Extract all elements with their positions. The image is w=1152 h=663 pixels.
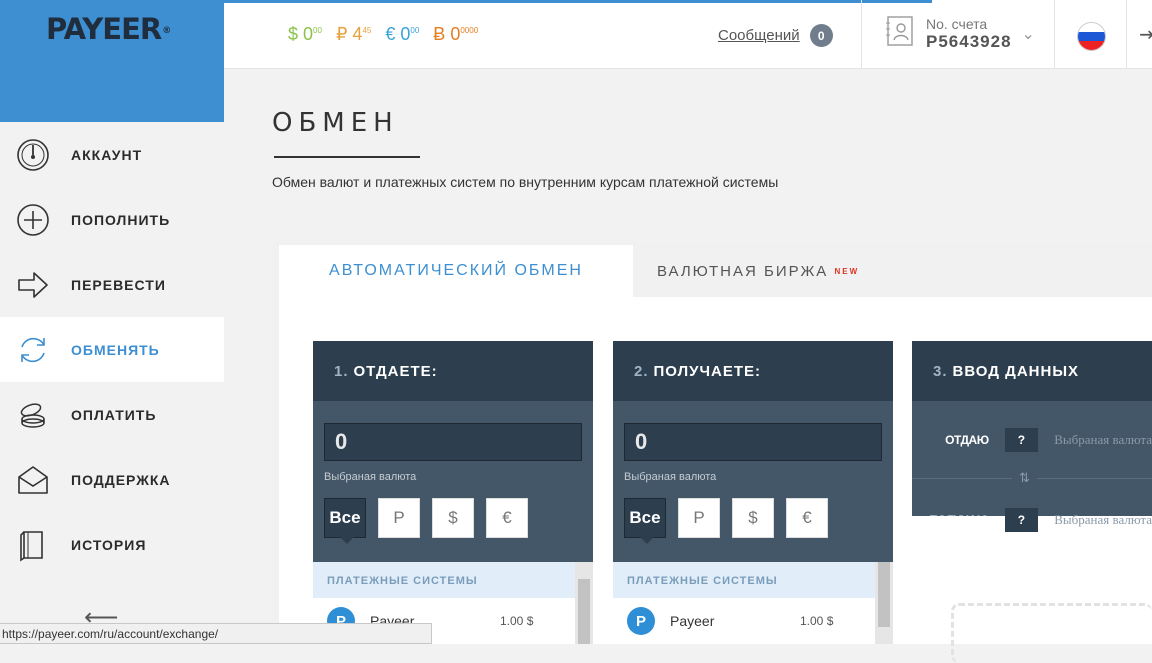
payeer-icon: P: [627, 607, 655, 635]
receive-selected-label: Выбраная валюта: [624, 471, 717, 483]
sidebar-item-transfer[interactable]: ПЕРЕВЕСТИ: [0, 252, 224, 317]
balance-btc[interactable]: Ƀ 00000: [433, 24, 478, 45]
receive-amount-input[interactable]: 0: [624, 423, 882, 461]
logout-icon[interactable]: ⇥: [1139, 22, 1152, 47]
messages-count-badge: 0: [809, 24, 833, 47]
new-badge: NEW: [834, 266, 860, 276]
filter-eur-button[interactable]: €: [786, 498, 828, 538]
filter-eur-button[interactable]: €: [486, 498, 528, 538]
balance-rub[interactable]: ₽ 445: [336, 24, 371, 45]
sidebar-item-pay[interactable]: ОПЛАТИТЬ: [0, 382, 224, 447]
sidebar-item-label: ОПЛАТИТЬ: [71, 406, 157, 423]
chevron-down-icon[interactable]: ⌄: [1022, 24, 1035, 44]
exchange-panel: АВТОМАТИЧЕСКИЙ ОБМЕН ВАЛЮТНАЯ БИРЖА NEW …: [272, 242, 1152, 663]
data-entry-column: 3. ВВОД ДАННЫХ ОТДАЮ ? Выбраная валюта ⇅ …: [912, 341, 1152, 532]
messages[interactable]: Сообщений 0: [718, 24, 833, 47]
sidebar-item-exchange[interactable]: ОБМЕНЯТЬ: [0, 317, 224, 382]
filter-rub-button[interactable]: Р: [678, 498, 720, 538]
system-rate: 1.00 $: [500, 614, 534, 628]
main-content: ОБМЕН Обмен валют и платежных систем по …: [224, 70, 1152, 663]
receive-summary-value: Выбраная валюта: [1054, 512, 1152, 527]
scrollbar[interactable]: [575, 562, 593, 644]
speedometer-icon: [16, 138, 50, 172]
filter-all-button[interactable]: Все: [324, 498, 366, 544]
give-amount-input[interactable]: 0: [324, 423, 582, 461]
receive-systems-header: ПЛАТЕЖНЫЕ СИСТЕМЫ: [613, 562, 875, 598]
filter-rub-button[interactable]: Р: [378, 498, 420, 538]
account-number: P5643928: [926, 31, 1012, 51]
give-summary-row: ОТДАЮ ? Выбраная валюта: [912, 420, 1152, 460]
filter-usd-button[interactable]: $: [432, 498, 474, 538]
plus-circle-icon: [16, 203, 50, 237]
receive-currency-placeholder: ?: [1004, 508, 1039, 532]
account-label: No. счета: [926, 15, 988, 32]
give-currency-filters: Все Р $ €: [324, 498, 528, 544]
scrollbar-thumb[interactable]: [578, 579, 590, 644]
balance-usd[interactable]: $ 000: [288, 24, 322, 45]
system-name: Payeer: [670, 613, 715, 629]
tab-auto-exchange[interactable]: АВТОМАТИЧЕСКИЙ ОБМЕН: [279, 245, 633, 297]
payeer-logo[interactable]: PAYEER®: [46, 12, 171, 46]
give-systems-header: ПЛАТЕЖНЫЕ СИСТЕМЫ: [313, 562, 575, 598]
list-item[interactable]: P Payeer 1.00 $: [613, 598, 875, 644]
swap-icon[interactable]: ⇅: [1012, 470, 1037, 486]
divider: [1126, 0, 1127, 69]
sidebar-item-history[interactable]: ИСТОРИЯ: [0, 512, 224, 577]
sidebar-item-deposit[interactable]: ПОПОЛНИТЬ: [0, 187, 224, 252]
data-entry-header: 3. ВВОД ДАННЫХ: [912, 341, 1152, 401]
receive-summary-label: ПОЛУЧАЮ: [929, 513, 989, 527]
russia-flag-icon[interactable]: [1077, 22, 1106, 51]
give-column: 1. ОТДАЕТЕ: 0 Выбраная валюта Все Р $ € П…: [313, 341, 593, 644]
title-underline: [274, 156, 420, 158]
logo-area: PAYEER®: [0, 0, 224, 122]
dashed-dropzone: [951, 603, 1152, 663]
give-summary-value: Выбраная валюта: [1054, 432, 1152, 447]
topbar-accent-line: [224, 0, 932, 3]
envelope-icon: [16, 463, 50, 497]
filter-all-button[interactable]: Все: [624, 498, 666, 544]
page-title: ОБМЕН: [272, 108, 399, 138]
refresh-icon: [16, 333, 50, 367]
receive-column: 2. ПОЛУЧАЕТЕ: 0 Выбраная валюта Все Р $ €…: [613, 341, 893, 644]
tab-body: 1. ОТДАЕТЕ: 0 Выбраная валюта Все Р $ € П…: [279, 297, 1152, 663]
divider: [861, 0, 862, 69]
give-summary-label: ОТДАЮ: [945, 433, 989, 447]
topbar: $ 000 ₽ 445 € 000 Ƀ 00000 Сообщений 0 No…: [224, 0, 1152, 69]
system-rate: 1.00 $: [800, 614, 834, 628]
tab-currency-exchange[interactable]: ВАЛЮТНАЯ БИРЖА NEW: [657, 245, 859, 297]
sidebar-item-label: ПОПОЛНИТЬ: [71, 211, 171, 228]
scrollbar[interactable]: [875, 562, 893, 644]
account-info[interactable]: No. счета P5643928 ⌄: [886, 15, 1035, 52]
messages-link[interactable]: Сообщений: [718, 27, 800, 44]
sidebar: PAYEER® АККАУНТ ПОПОЛНИТЬ ПЕРЕВЕСТИ ОБМЕ…: [0, 0, 224, 644]
sidebar-item-label: ИСТОРИЯ: [71, 536, 147, 553]
sidebar-item-label: ПЕРЕВЕСТИ: [71, 276, 166, 293]
receive-currency-filters: Все Р $ €: [624, 498, 828, 544]
browser-status-url: https://payeer.com/ru/account/exchange/: [0, 623, 432, 644]
page-description: Обмен валют и платежных систем по внутре…: [272, 174, 779, 190]
sidebar-item-label: ОБМЕНЯТЬ: [71, 341, 160, 358]
balance-eur[interactable]: € 000: [385, 24, 419, 45]
receive-summary-row: ПОЛУЧАЮ ? Выбраная валюта: [912, 500, 1152, 540]
book-icon: [16, 528, 50, 562]
coins-icon: [16, 398, 50, 432]
receive-header: 2. ПОЛУЧАЕТЕ:: [613, 341, 893, 401]
give-currency-placeholder: ?: [1004, 428, 1039, 452]
scrollbar-thumb[interactable]: [878, 562, 890, 627]
balances: $ 000 ₽ 445 € 000 Ƀ 00000: [288, 24, 478, 45]
give-header: 1. ОТДАЕТЕ:: [313, 341, 593, 401]
give-selected-label: Выбраная валюта: [324, 471, 417, 483]
sidebar-item-account[interactable]: АККАУНТ: [0, 122, 224, 187]
user-card-icon: [886, 15, 914, 52]
sidebar-item-label: ПОДДЕРЖКА: [71, 471, 171, 488]
filter-usd-button[interactable]: $: [732, 498, 774, 538]
arrow-right-icon: [16, 268, 50, 302]
divider: [1054, 0, 1055, 69]
sidebar-item-support[interactable]: ПОДДЕРЖКА: [0, 447, 224, 512]
sidebar-item-label: АККАУНТ: [71, 146, 143, 163]
